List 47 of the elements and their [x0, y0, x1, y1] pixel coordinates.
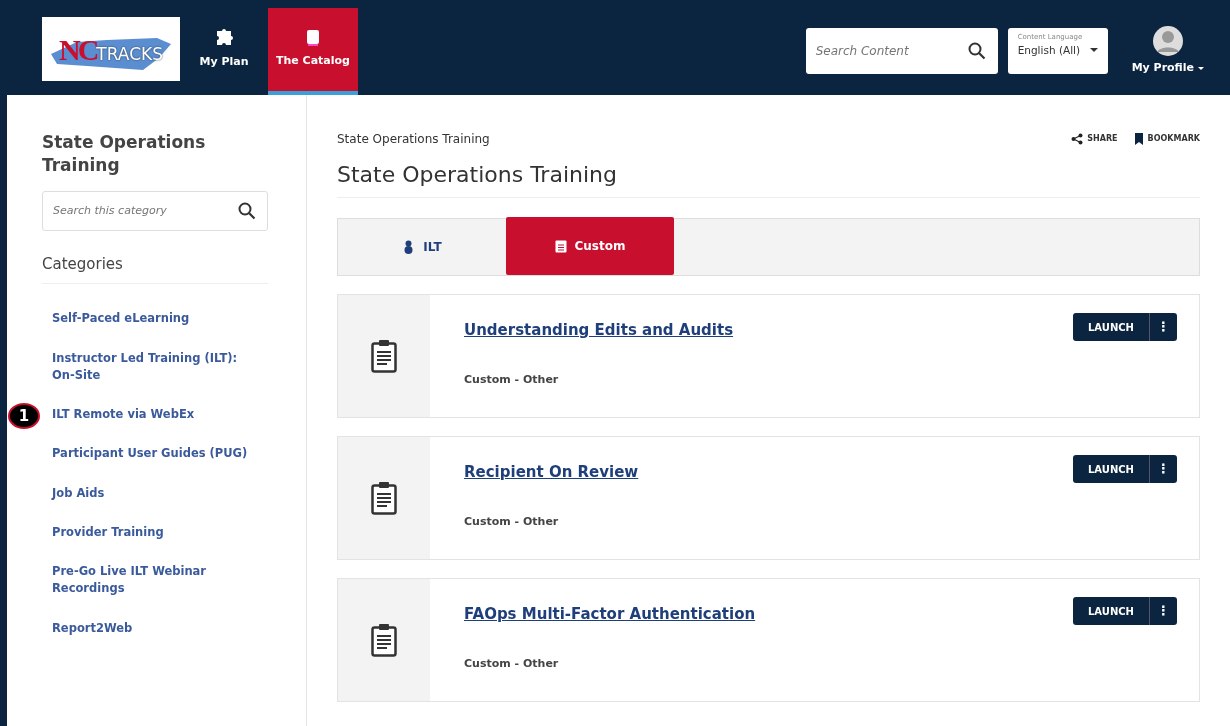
sidebar-title: State Operations Training: [42, 131, 207, 177]
callout-badge: 1: [8, 403, 40, 430]
course-type: Custom - Other: [464, 655, 559, 672]
book-icon: [306, 29, 320, 48]
nav-tab[interactable]: The Catalog: [268, 8, 358, 95]
caret-icon: [1089, 48, 1098, 53]
launch-button[interactable]: LAUNCH: [1073, 597, 1149, 625]
category-tab[interactable]: ILT: [338, 219, 506, 275]
logo-mark: NC: [59, 31, 97, 68]
share-link[interactable]: SHARE: [1071, 133, 1118, 145]
avatar-icon[interactable]: [1152, 26, 1183, 57]
page-title: State Operations Training: [337, 158, 1200, 198]
bookmark-icon: [1133, 133, 1144, 145]
category-link[interactable]: Self-Paced eLearning: [42, 310, 268, 328]
share-icon: [1071, 133, 1084, 145]
category-link[interactable]: Job Aids: [42, 484, 268, 502]
search-icon[interactable]: [967, 42, 986, 60]
more-button[interactable]: ⋮: [1149, 455, 1177, 483]
category-search-field[interactable]: Search this category: [42, 190, 268, 231]
more-button[interactable]: ⋮: [1149, 597, 1177, 625]
search-field[interactable]: Search Content: [805, 28, 998, 74]
category-link[interactable]: Pre-Go Live ILT Webinar Recordings: [42, 563, 268, 598]
clipboard-icon: [371, 481, 397, 515]
search-icon[interactable]: [238, 201, 256, 220]
clipboard-icon: [554, 239, 567, 253]
category-tab[interactable]: Custom: [506, 217, 674, 275]
course-type: Custom - Other: [464, 371, 559, 388]
launch-button[interactable]: LAUNCH: [1073, 455, 1149, 483]
category-link[interactable]: ILT Remote via WebEx: [42, 406, 268, 424]
course-title-link[interactable]: Recipient On Review: [464, 461, 639, 484]
logo-wordmark: TRACKS: [96, 43, 163, 66]
clipboard-icon: [371, 339, 397, 373]
clipboard-icon: [371, 623, 397, 657]
breadcrumb[interactable]: State Operations Training: [337, 130, 490, 148]
bookmark-link[interactable]: BOOKMARK: [1133, 133, 1200, 145]
course-type: Custom - Other: [464, 513, 559, 530]
category-link[interactable]: Instructor Led Training (ILT): On-Site: [42, 349, 268, 385]
profile-menu[interactable]: My Profile: [1131, 60, 1204, 77]
course-title-link[interactable]: FAOps Multi-Factor Authentication: [464, 603, 756, 626]
course-title-link[interactable]: Understanding Edits and Audits: [464, 319, 734, 342]
category-link[interactable]: Participant User Guides (PUG): [42, 445, 268, 463]
categories-heading: Categories: [42, 252, 268, 285]
more-button[interactable]: ⋮: [1149, 313, 1177, 341]
launch-button[interactable]: LAUNCH: [1073, 313, 1149, 341]
nav-tab[interactable]: My Plan: [184, 8, 264, 95]
category-link[interactable]: Report2Web: [42, 619, 268, 637]
category-link[interactable]: Provider Training: [42, 523, 268, 542]
